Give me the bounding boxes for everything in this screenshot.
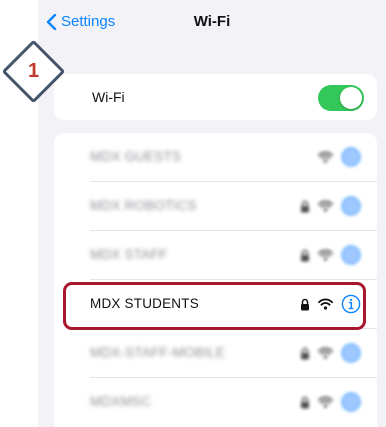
wifi-toggle-label: Wi-Fi — [92, 89, 125, 105]
network-name: MDX GUESTS — [90, 149, 182, 164]
network-list: MDX GUESTS MDX ROBOTICS MDX STAFF MDX STUDE… — [54, 133, 377, 427]
wifi-toggle-switch[interactable] — [318, 85, 364, 111]
network-row[interactable]: MDX GUESTS — [54, 133, 377, 182]
network-name: MDX ROBOTICS — [90, 198, 197, 213]
info-icon[interactable] — [341, 392, 361, 412]
lock-icon — [301, 396, 309, 408]
lock-icon — [301, 200, 309, 212]
lock-icon — [301, 347, 309, 359]
network-row[interactable]: MDX-STAFF-MOBILE — [54, 329, 377, 378]
info-icon[interactable] — [341, 343, 361, 363]
wifi-icon — [318, 396, 333, 408]
wifi-icon — [318, 347, 333, 359]
step-number: 1 — [27, 60, 40, 82]
info-icon[interactable] — [341, 147, 361, 167]
network-row[interactable]: MDX ROBOTICS — [54, 182, 377, 231]
wifi-toggle-row: Wi-Fi — [54, 74, 377, 120]
wifi-settings-screen: Settings Wi-Fi Wi-Fi MDX GUESTS MDX ROBOT… — [38, 0, 386, 427]
network-status-icons — [300, 196, 361, 216]
network-name: MDX STAFF — [90, 247, 168, 262]
lock-icon — [301, 249, 309, 261]
network-name: MDX-STAFF-MOBILE — [90, 345, 225, 360]
network-row[interactable]: MDXMSC — [54, 378, 377, 427]
network-row[interactable]: MDX STAFF — [54, 231, 377, 280]
info-icon[interactable] — [341, 196, 361, 216]
page-title: Wi-Fi — [193, 13, 231, 30]
network-status-icons — [300, 343, 361, 363]
wifi-icon — [318, 151, 333, 163]
wifi-icon — [318, 200, 333, 212]
navigation-bar: Settings Wi-Fi — [38, 0, 386, 44]
network-status-icons — [300, 392, 361, 412]
wifi-icon — [318, 249, 333, 261]
wifi-toggle-knob — [340, 87, 362, 109]
network-status-icons — [318, 147, 361, 167]
info-icon[interactable] — [341, 245, 361, 265]
network-status-icons — [300, 245, 361, 265]
network-name: MDXMSC — [90, 394, 152, 409]
highlight-box — [63, 282, 366, 330]
